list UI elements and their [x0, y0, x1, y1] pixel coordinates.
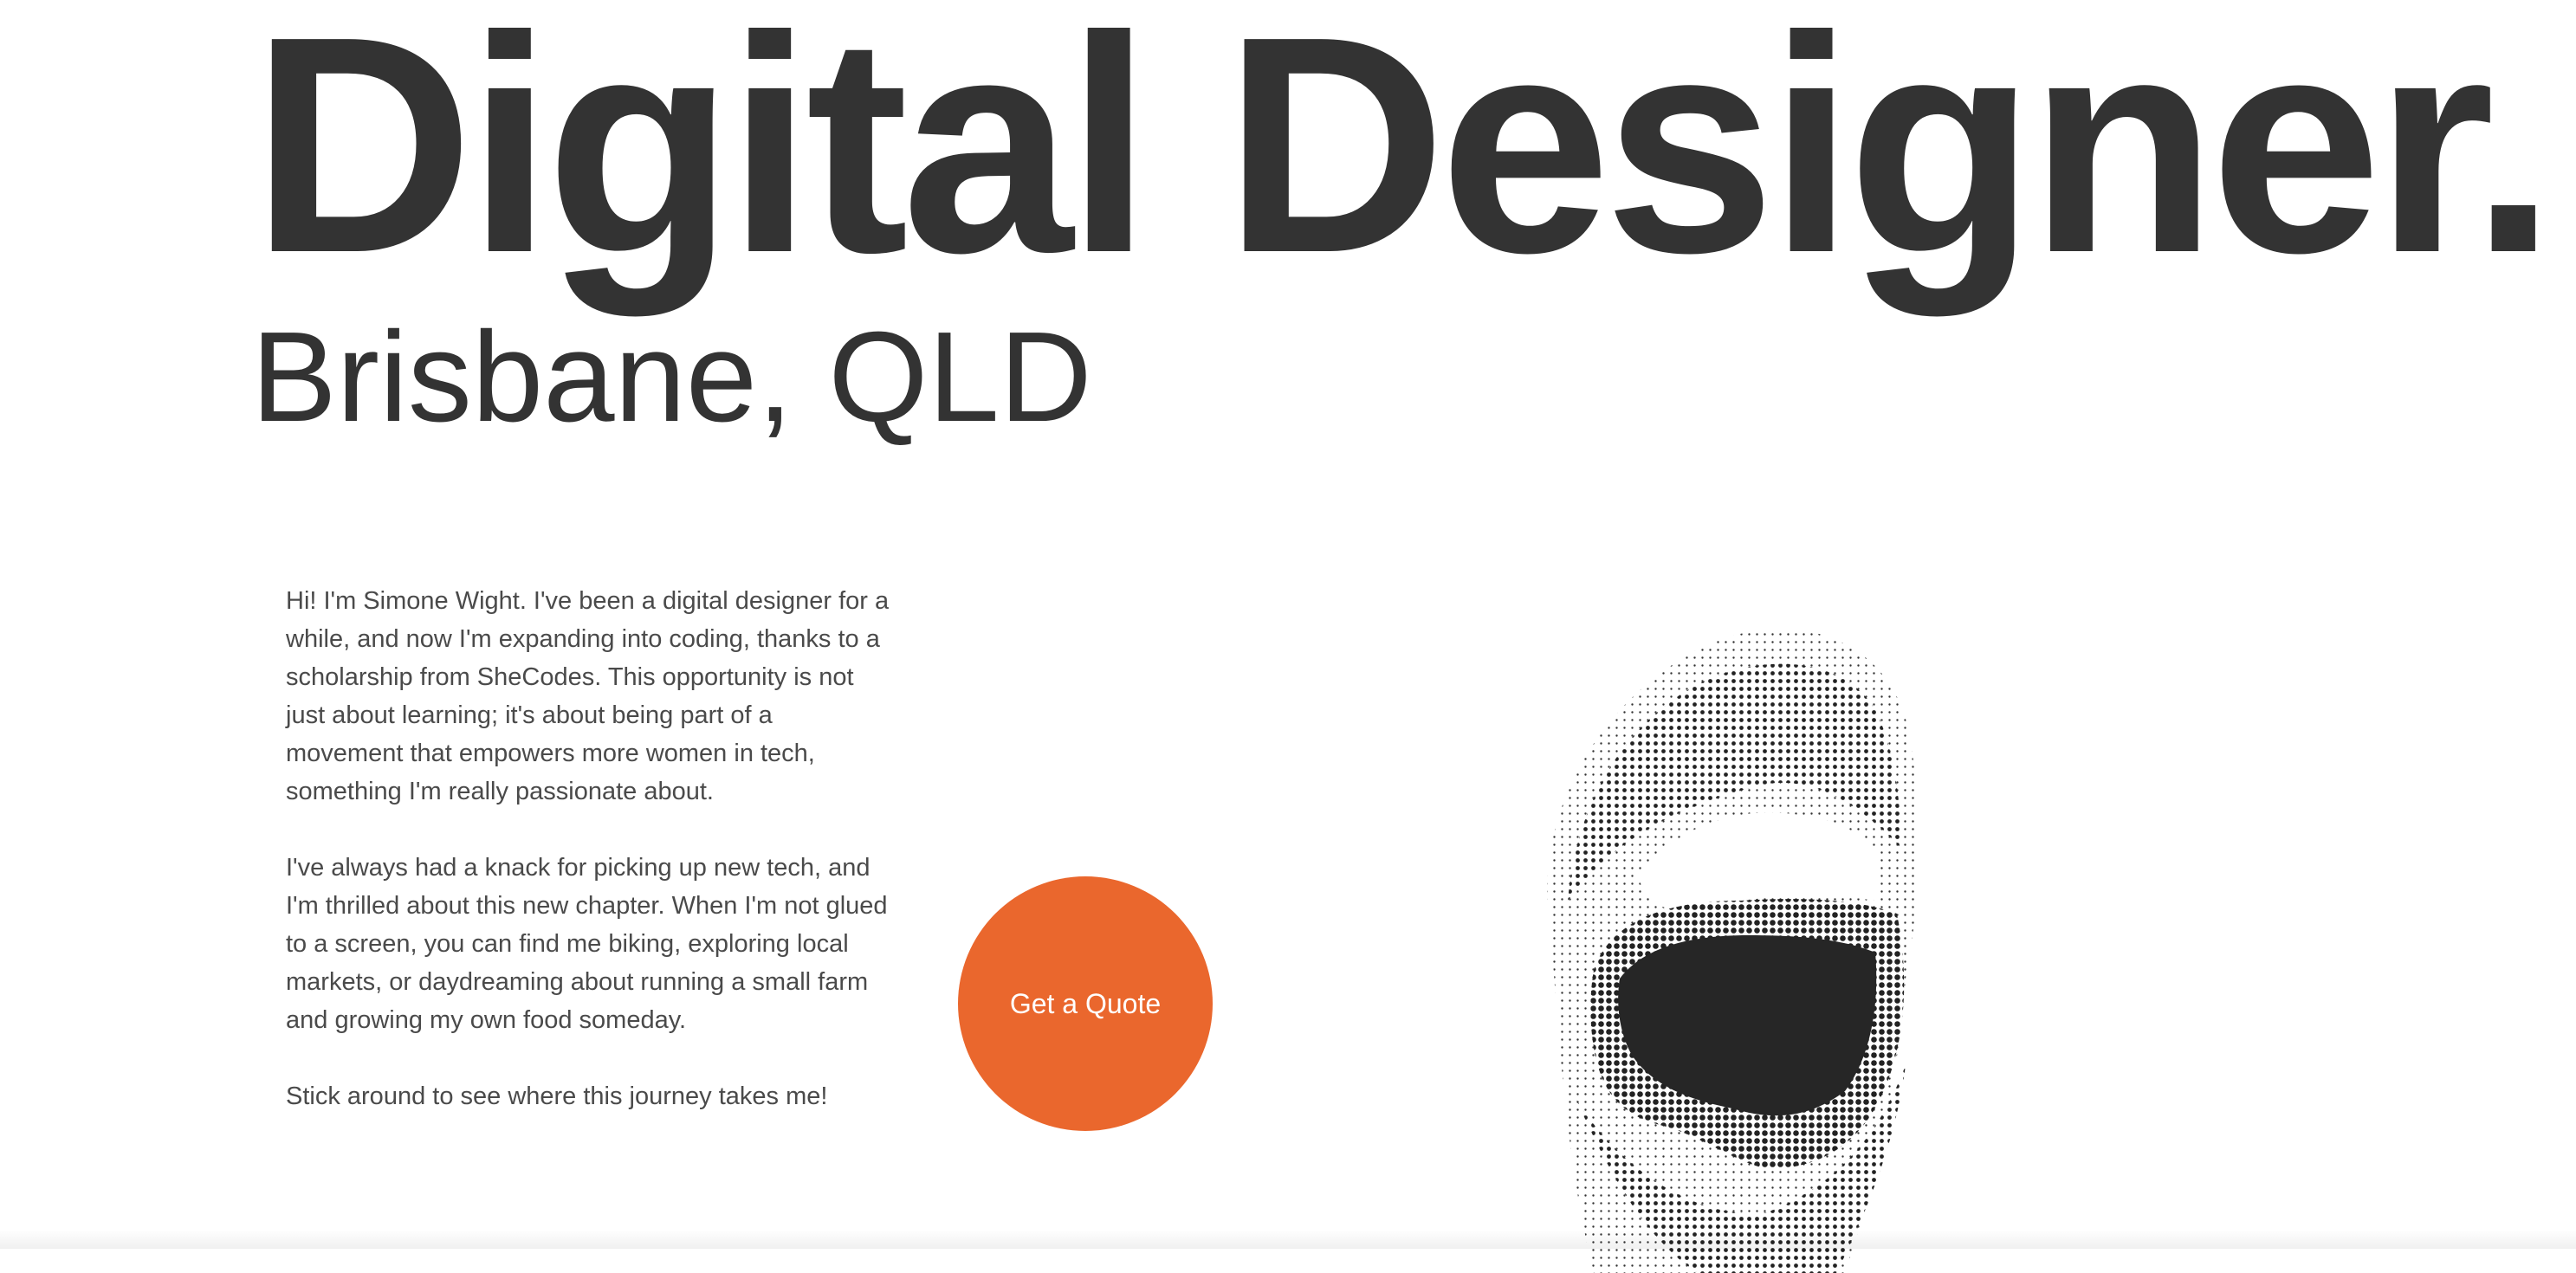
- get-a-quote-button[interactable]: Get a Quote: [958, 876, 1213, 1131]
- hero-subtitle: Brisbane, QLD: [251, 306, 1092, 449]
- bio-section: Hi! I'm Simone Wight. I've been a digita…: [286, 582, 892, 1153]
- hero-title: Digital Designer.: [251, 0, 2556, 317]
- bio-paragraph-intro: Hi! I'm Simone Wight. I've been a digita…: [286, 587, 890, 805]
- bio-paragraph-hobbies: I've always had a knack for picking up n…: [286, 854, 888, 1034]
- bio-paragraph-closing: Stick around to see where this journey t…: [286, 1082, 828, 1110]
- halftone-mouth-image: [1547, 629, 1919, 1273]
- bottom-edge-shadow: [0, 1230, 2576, 1249]
